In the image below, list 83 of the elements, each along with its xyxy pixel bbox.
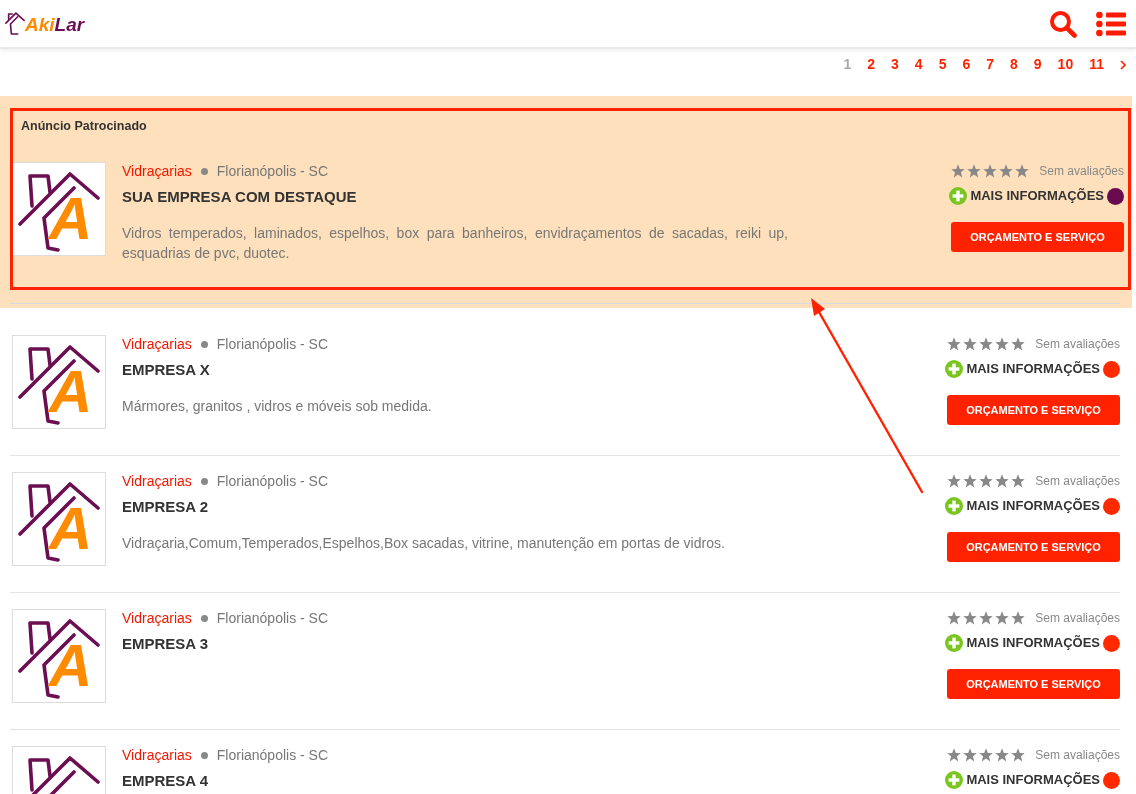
star-icon	[963, 611, 978, 625]
quote-button[interactable]: ORÇAMENTO E SERVIÇO	[947, 669, 1120, 699]
star-icon	[1011, 611, 1026, 625]
star-icon	[979, 474, 994, 488]
rating-text: Sem avaliações	[1035, 610, 1120, 627]
location-text: Florianópolis - SC	[216, 745, 329, 765]
company-title[interactable]: EMPRESA X	[122, 361, 920, 379]
rating-text: Sem avaliações	[1035, 473, 1120, 490]
rating-text: Sem avaliações	[1035, 747, 1120, 764]
category-link[interactable]: Vidraçarias	[122, 607, 192, 629]
star-icon	[979, 611, 994, 625]
category-link[interactable]: Vidraçarias	[122, 470, 192, 492]
more-info-link[interactable]: MAIS INFORMAÇÕES	[966, 633, 1100, 653]
more-info-link[interactable]: MAIS INFORMAÇÕES	[970, 186, 1104, 206]
logo-letter: A	[49, 636, 93, 696]
company-description: Vidros temperados, laminados, espelhos, box para banheiros, envidraçamentos de sacadas, reiki up, esquadrias de pvc, duotec.	[122, 224, 788, 263]
star-icon	[999, 164, 1014, 178]
star-icon	[979, 337, 994, 351]
company-title[interactable]: SUA EMPRESA COM DESTAQUE	[122, 188, 924, 206]
logo-wordmark[interactable]: AkiLar	[25, 13, 85, 36]
location-text: Florianópolis - SC	[216, 471, 329, 491]
star-icon	[1011, 748, 1026, 762]
star-icon	[1011, 337, 1026, 351]
company-title[interactable]: EMPRESA 3	[122, 635, 920, 653]
star-icon	[995, 748, 1010, 762]
category-link[interactable]: Vidraçarias	[122, 333, 192, 355]
page-link[interactable]: 4	[906, 54, 931, 75]
company-description: Mármores, granitos , vidros e móveis sob medida.	[122, 397, 433, 416]
star-icon	[967, 164, 982, 178]
star-icon	[963, 337, 978, 351]
page-link[interactable]: 3	[883, 54, 907, 75]
page-link[interactable]: 11	[1081, 54, 1112, 75]
star-icon	[947, 748, 962, 762]
logo-letter: A	[49, 189, 93, 249]
star-icon	[947, 474, 962, 488]
company-description: Vidraçaria,Comum,Temperados,Espelhos,Box sacadas, vitrine, manutenção em portas de vidros.	[122, 534, 726, 553]
star-icon	[995, 474, 1010, 488]
star-icon	[963, 748, 978, 762]
rating-text: Sem avaliações	[1035, 336, 1120, 353]
star-icon	[947, 611, 962, 625]
company-title[interactable]: EMPRESA 2	[122, 498, 920, 516]
page-link[interactable]: 5	[930, 54, 955, 75]
plus-circle-icon	[945, 771, 964, 789]
star-icon	[1015, 164, 1030, 178]
star-icon	[983, 164, 998, 178]
category-link[interactable]: Vidraçarias	[122, 744, 192, 766]
house-logo-icon	[5, 11, 25, 36]
quote-button[interactable]: ORÇAMENTO E SERVIÇO	[947, 395, 1120, 425]
location-text: Florianópolis - SC	[216, 161, 329, 181]
category-link[interactable]: Vidraçarias	[122, 160, 192, 182]
chevron-right-icon[interactable]	[1120, 59, 1126, 70]
star-icon	[1011, 474, 1026, 488]
plus-circle-icon	[949, 187, 968, 205]
star-icon	[995, 337, 1010, 351]
star-icon	[979, 748, 994, 762]
page-link[interactable]: 7	[978, 54, 1002, 75]
star-icon	[995, 611, 1010, 625]
star-icon	[947, 337, 962, 351]
star-icon	[951, 164, 966, 178]
quote-button[interactable]: ORÇAMENTO E SERVIÇO	[951, 222, 1124, 252]
logo-letter: A	[49, 362, 93, 422]
more-info-link[interactable]: MAIS INFORMAÇÕES	[966, 359, 1100, 379]
page-link[interactable]: 1	[835, 54, 860, 75]
company-title[interactable]: EMPRESA 4	[122, 772, 920, 790]
menu-icon[interactable]	[1096, 10, 1126, 37]
logo-letter: A	[49, 499, 93, 559]
page-link[interactable]: 9	[1025, 54, 1050, 75]
search-icon[interactable]	[1049, 9, 1077, 38]
page-link[interactable]: 2	[859, 54, 884, 75]
more-info-link[interactable]: MAIS INFORMAÇÕES	[966, 770, 1100, 790]
location-text: Florianópolis - SC	[216, 334, 329, 354]
star-icon	[963, 474, 978, 488]
rating-text: Sem avaliações	[1039, 163, 1124, 180]
plus-circle-icon	[945, 497, 964, 515]
page-link[interactable]: 6	[954, 54, 979, 75]
page-link[interactable]: 8	[1002, 54, 1026, 75]
sponsored-label: Anúncio Patrocinado	[20, 118, 148, 134]
more-info-link[interactable]: MAIS INFORMAÇÕES	[966, 496, 1100, 516]
plus-circle-icon	[945, 360, 964, 378]
page-link[interactable]: 10	[1049, 54, 1082, 75]
plus-circle-icon	[945, 634, 964, 652]
location-text: Florianópolis - SC	[216, 608, 329, 628]
quote-button[interactable]: ORÇAMENTO E SERVIÇO	[947, 532, 1120, 562]
